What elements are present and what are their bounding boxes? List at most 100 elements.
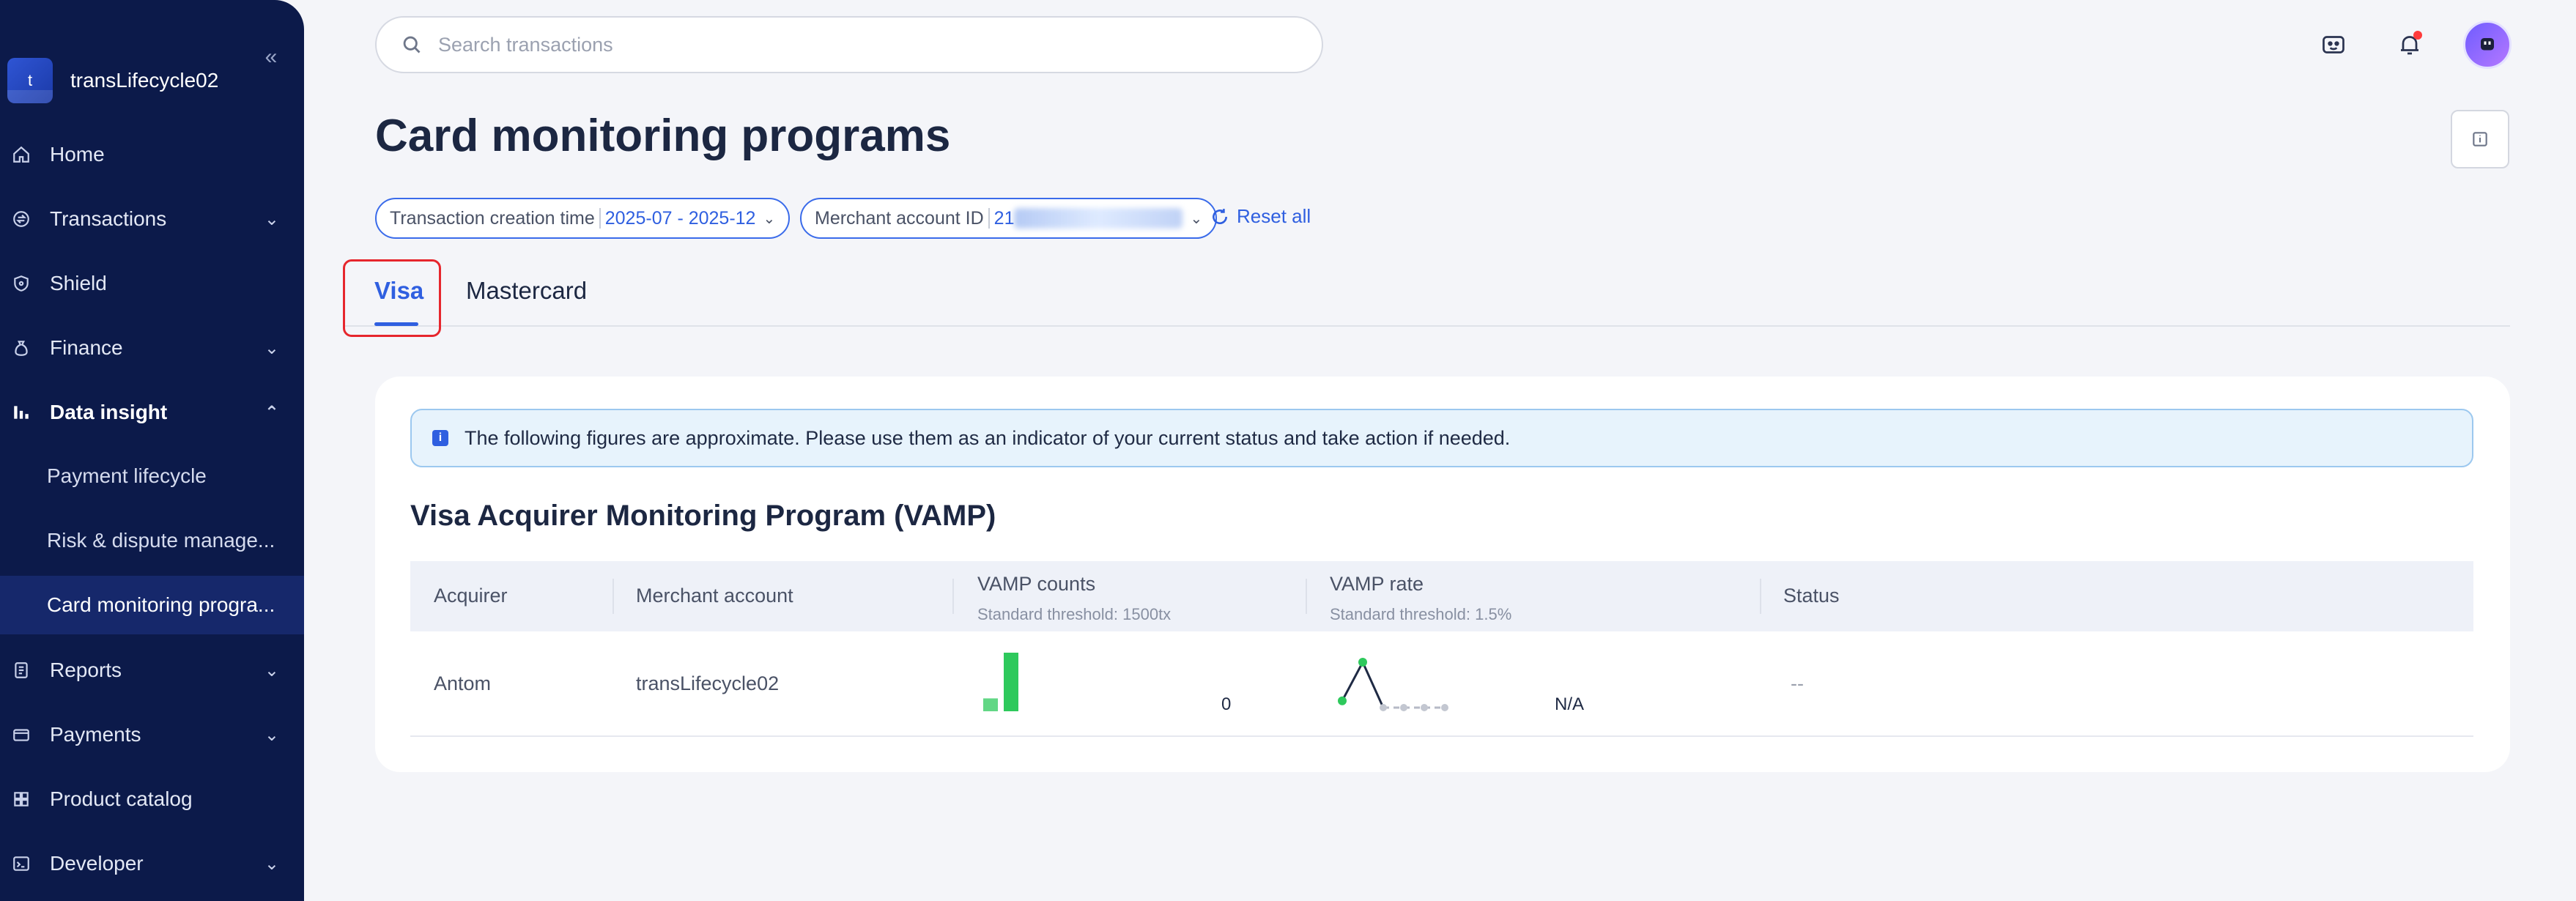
info-icon: i: [432, 430, 448, 446]
chevron-down-icon: ⌄: [264, 853, 279, 874]
search-bar[interactable]: [375, 16, 1323, 73]
info-icon: [2473, 132, 2487, 147]
vamp-counts-threshold: Standard threshold: 1500tx: [977, 605, 1172, 623]
vamp-rate-point: [1441, 704, 1448, 711]
home-icon: [9, 145, 34, 164]
section-title: Visa Acquirer Monitoring Program (VAMP): [410, 500, 996, 532]
sidebar-item-label: Product catalog: [50, 787, 193, 810]
vamp-rate-point: [1380, 704, 1387, 711]
merchant-logo: t: [7, 58, 53, 103]
column-header-vamp-counts: VAMP counts: [977, 573, 1096, 595]
transaction-time-filter[interactable]: Transaction creation time 2025-07 - 2025…: [375, 198, 791, 239]
reports-icon: [9, 661, 34, 680]
vamp-rate-point: [1358, 658, 1367, 667]
chevron-down-icon: ⌄: [763, 210, 776, 227]
vamp-counts-bar: [983, 698, 998, 711]
column-header-acquirer: Acquirer: [434, 585, 508, 607]
filter-label: Merchant account ID: [815, 207, 984, 229]
vamp-rate-point: [1338, 696, 1347, 705]
column-header-merchant-account: Merchant account: [636, 585, 793, 607]
cell-vamp-counts-value: 0: [1221, 694, 1232, 714]
merchant-account-filter[interactable]: Merchant account ID 21 ⌄: [800, 198, 1218, 239]
column-header-status: Status: [1783, 585, 1840, 607]
tabs-divider: [344, 325, 2510, 327]
shield-icon: [9, 274, 34, 293]
column-divider: [952, 579, 954, 614]
vamp-counts-bar: [1004, 653, 1018, 711]
filter-divider: [988, 208, 990, 229]
sidebar-item-label: Payments: [50, 723, 141, 746]
filter-value: 2025-07 - 2025-12: [604, 207, 756, 229]
assistant-button[interactable]: [2309, 21, 2358, 69]
sidebar-item-transactions[interactable]: Transactions ⌄: [0, 195, 304, 243]
cell-acquirer: Antom: [434, 672, 492, 694]
column-divider: [612, 579, 614, 614]
tab-mastercard[interactable]: Mastercard: [466, 277, 587, 305]
search-icon: [403, 36, 421, 53]
refresh-icon: [1213, 208, 1227, 224]
merchant-name: transLifecycle02: [70, 69, 219, 92]
chevron-down-icon: ⌄: [1190, 210, 1203, 227]
vamp-rate-point: [1400, 704, 1407, 711]
chevron-down-icon: ⌄: [264, 338, 279, 358]
vamp-rate-threshold: Standard threshold: 1.5%: [1330, 605, 1512, 623]
sidebar-item-label: Home: [50, 143, 105, 166]
sidebar: t transLifecycle02 « Home Transactions ⌄…: [0, 0, 304, 901]
filter-divider: [599, 208, 601, 229]
vamp-rate-line: [1341, 659, 1385, 708]
vamp-counts-sparkline: [983, 653, 1018, 711]
sidebar-item-finance[interactable]: Finance ⌄: [0, 324, 304, 372]
page-title: Card monitoring programs: [375, 111, 951, 161]
product-catalog-icon: [9, 790, 34, 809]
chevron-down-icon: ⌄: [264, 660, 279, 681]
transactions-icon: [9, 210, 34, 229]
cell-vamp-rate-value: N/A: [1555, 694, 1585, 714]
data-insight-icon: [9, 403, 34, 422]
table-row-divider: [410, 735, 2473, 737]
sidebar-item-product-catalog[interactable]: Product catalog: [0, 775, 304, 823]
sidebar-item-data-insight[interactable]: Data insight ⌃: [0, 388, 304, 437]
notice-text: The following figures are approximate. P…: [465, 426, 1511, 449]
sidebar-item-label: Transactions: [50, 207, 167, 230]
collapse-sidebar-icon[interactable]: «: [256, 42, 286, 72]
filter-value: 21: [993, 207, 1015, 229]
developer-icon: [9, 854, 34, 873]
chevron-down-icon: ⌄: [264, 209, 279, 229]
finance-icon: [9, 338, 34, 357]
sidebar-item-label: Shield: [50, 272, 107, 294]
page-info-button[interactable]: [2451, 110, 2509, 168]
sidebar-item-shield[interactable]: Shield: [0, 259, 304, 308]
search-input[interactable]: [438, 33, 1244, 56]
sidebar-item-home[interactable]: Home: [0, 130, 304, 179]
sidebar-item-label: Finance: [50, 336, 123, 359]
sidebar-item-label: Developer: [50, 852, 144, 875]
sidebar-subitem-risk-dispute[interactable]: Risk & dispute manage...: [0, 511, 304, 570]
sidebar-item-payments[interactable]: Payments ⌄: [0, 711, 304, 759]
sidebar-item-developer[interactable]: Developer ⌄: [0, 839, 304, 888]
sidebar-subitem-payment-lifecycle[interactable]: Payment lifecycle: [0, 447, 304, 505]
redacted-merchant-id: [1014, 208, 1183, 229]
cell-status: --: [1791, 672, 1804, 694]
sidebar-item-label: Reports: [50, 659, 122, 681]
column-divider: [1760, 579, 1761, 614]
vamp-rate-sparkline: [1338, 658, 1448, 711]
vamp-rate-point: [1421, 704, 1428, 711]
sidebar-subitem-card-monitoring[interactable]: Card monitoring progra...: [0, 576, 304, 634]
chevron-down-icon: ⌄: [264, 724, 279, 745]
cell-merchant-account: transLifecycle02: [636, 672, 780, 694]
avatar[interactable]: [2463, 21, 2512, 69]
annotation-highlight-box: [343, 259, 441, 337]
notifications-button[interactable]: [2386, 21, 2434, 69]
reset-all-button[interactable]: Reset all: [1210, 205, 1311, 228]
notification-badge: [2413, 31, 2422, 40]
column-divider: [1306, 579, 1307, 614]
info-notice: i The following figures are approximate.…: [410, 409, 2473, 467]
sidebar-item-label: Data insight: [50, 401, 168, 423]
user-avatar-icon: [2481, 38, 2494, 51]
payments-icon: [9, 725, 34, 744]
chevron-up-icon: ⌃: [264, 402, 279, 423]
sidebar-item-reports[interactable]: Reports ⌄: [0, 646, 304, 694]
filter-label: Transaction creation time: [390, 207, 595, 229]
reset-all-label: Reset all: [1237, 205, 1311, 227]
assistant-icon: [2323, 36, 2344, 53]
